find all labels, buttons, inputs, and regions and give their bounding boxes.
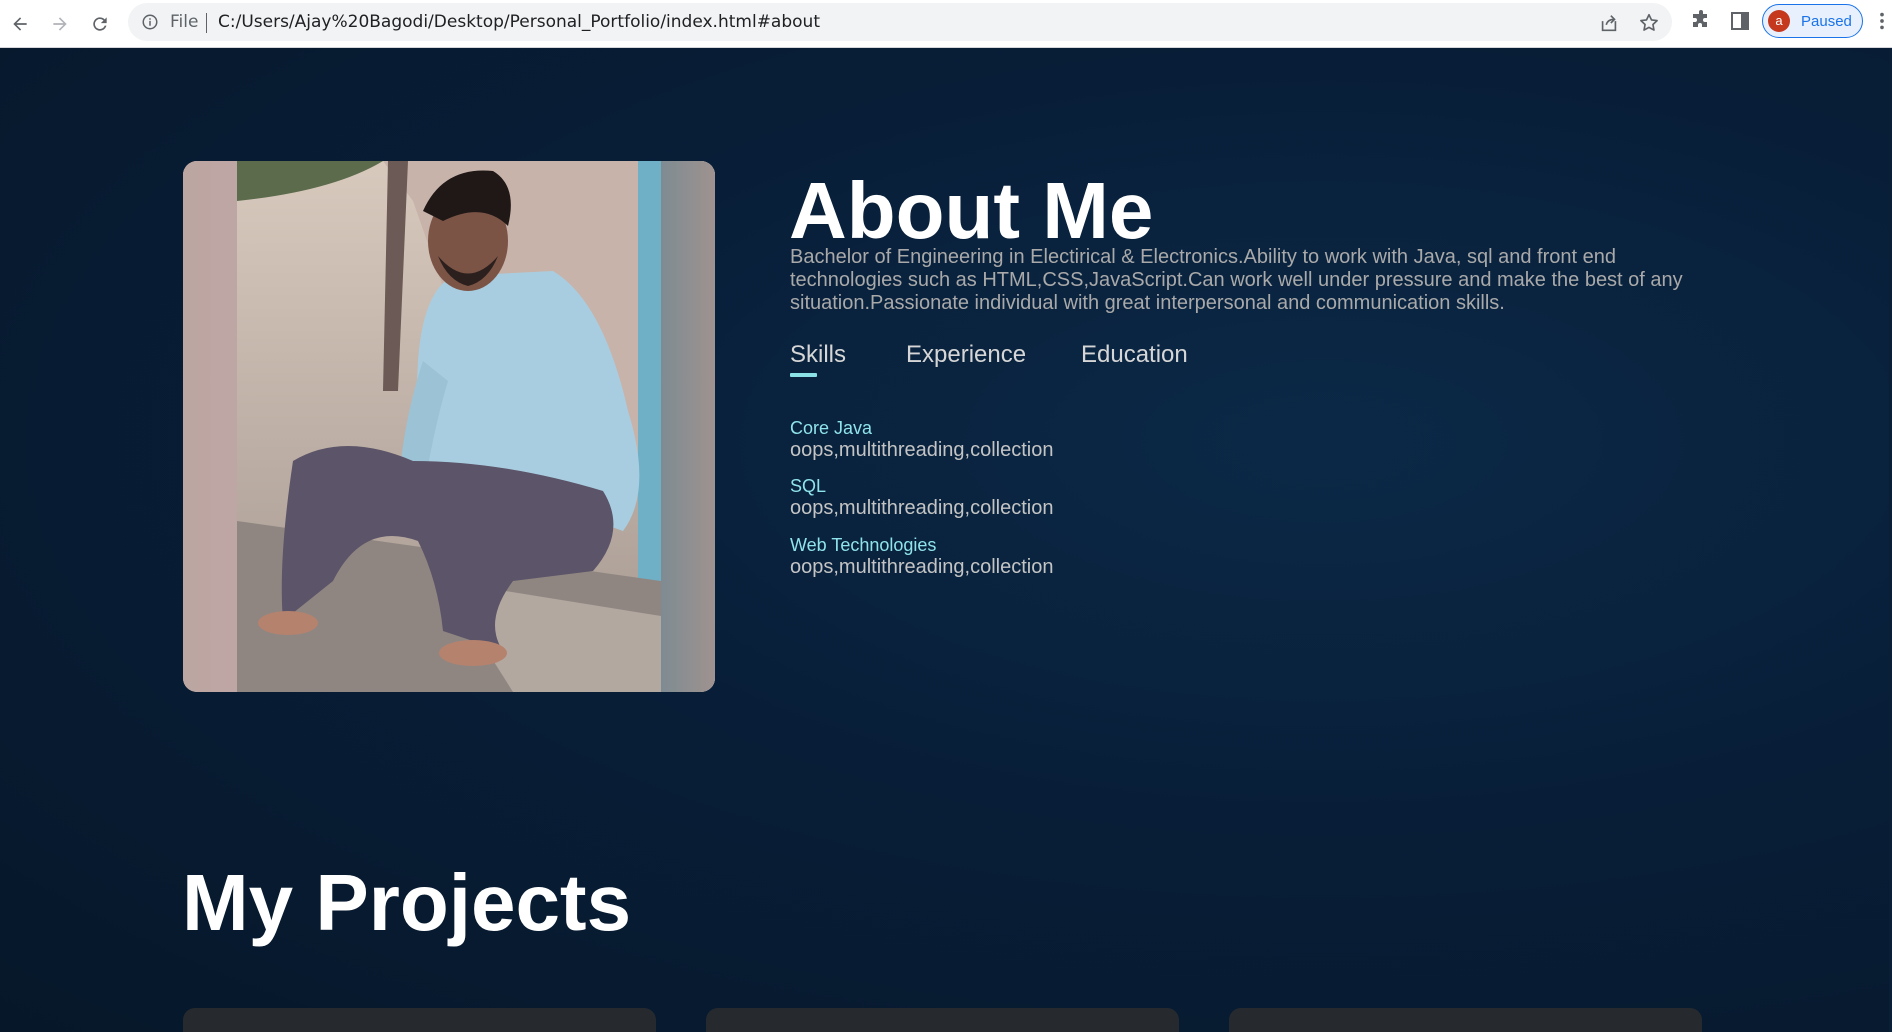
- url-scheme: File: [170, 12, 199, 32]
- forward-button[interactable]: [44, 8, 76, 40]
- list-item: SQL oops,multithreading,collection: [790, 476, 1054, 520]
- reload-icon: [93, 17, 107, 31]
- projects-title: My Projects: [182, 858, 632, 947]
- address-bar[interactable]: File C:/Users/Ajay%20Bagodi/Desktop/Pers…: [128, 3, 1672, 41]
- skill-name: Web Technologies: [790, 535, 937, 555]
- profile-status: Paused: [1801, 13, 1852, 30]
- portfolio-page: About Me Bachelor of Engineering in Elec…: [0, 48, 1892, 1032]
- share-icon[interactable]: [1598, 12, 1620, 34]
- project-card[interactable]: [183, 1008, 656, 1032]
- star-icon[interactable]: [1638, 12, 1660, 34]
- list-item: Core Java oops,multithreading,collection: [790, 418, 1054, 462]
- skill-detail: oops,multithreading,collection: [790, 497, 1054, 519]
- project-card[interactable]: [1229, 1008, 1702, 1032]
- tab-experience[interactable]: Experience: [906, 341, 1026, 369]
- info-icon[interactable]: [141, 13, 159, 31]
- skill-name: SQL: [790, 476, 827, 496]
- arrow-left-icon: [13, 17, 27, 31]
- tab-education[interactable]: Education: [1081, 341, 1188, 369]
- reload-button[interactable]: [84, 8, 116, 40]
- list-item: Web Technologies oops,multithreading,col…: [790, 535, 1054, 579]
- profile-button[interactable]: a Paused: [1762, 4, 1863, 38]
- profile-photo: [183, 161, 715, 692]
- url-text[interactable]: C:/Users/Ajay%20Bagodi/Desktop/Personal_…: [218, 13, 820, 31]
- browser-toolbar: File C:/Users/Ajay%20Bagodi/Desktop/Pers…: [0, 0, 1892, 48]
- side-panel-icon[interactable]: [1728, 9, 1752, 33]
- about-description: Bachelor of Engineering in Electirical &…: [790, 246, 1683, 314]
- avatar: a: [1768, 10, 1790, 32]
- project-card[interactable]: [706, 1008, 1179, 1032]
- puzzle-icon[interactable]: [1689, 9, 1713, 33]
- skill-detail: oops,multithreading,collection: [790, 556, 1054, 578]
- skill-detail: oops,multithreading,collection: [790, 439, 1054, 461]
- tab-skills[interactable]: Skills: [790, 341, 846, 369]
- skill-name: Core Java: [790, 418, 873, 438]
- active-tab-indicator: [790, 373, 817, 377]
- arrow-right-icon: [53, 17, 67, 31]
- back-button[interactable]: [4, 8, 36, 40]
- scheme-divider: [206, 13, 207, 33]
- kebab-menu-icon[interactable]: [1876, 10, 1888, 32]
- about-title: About Me: [789, 166, 1154, 255]
